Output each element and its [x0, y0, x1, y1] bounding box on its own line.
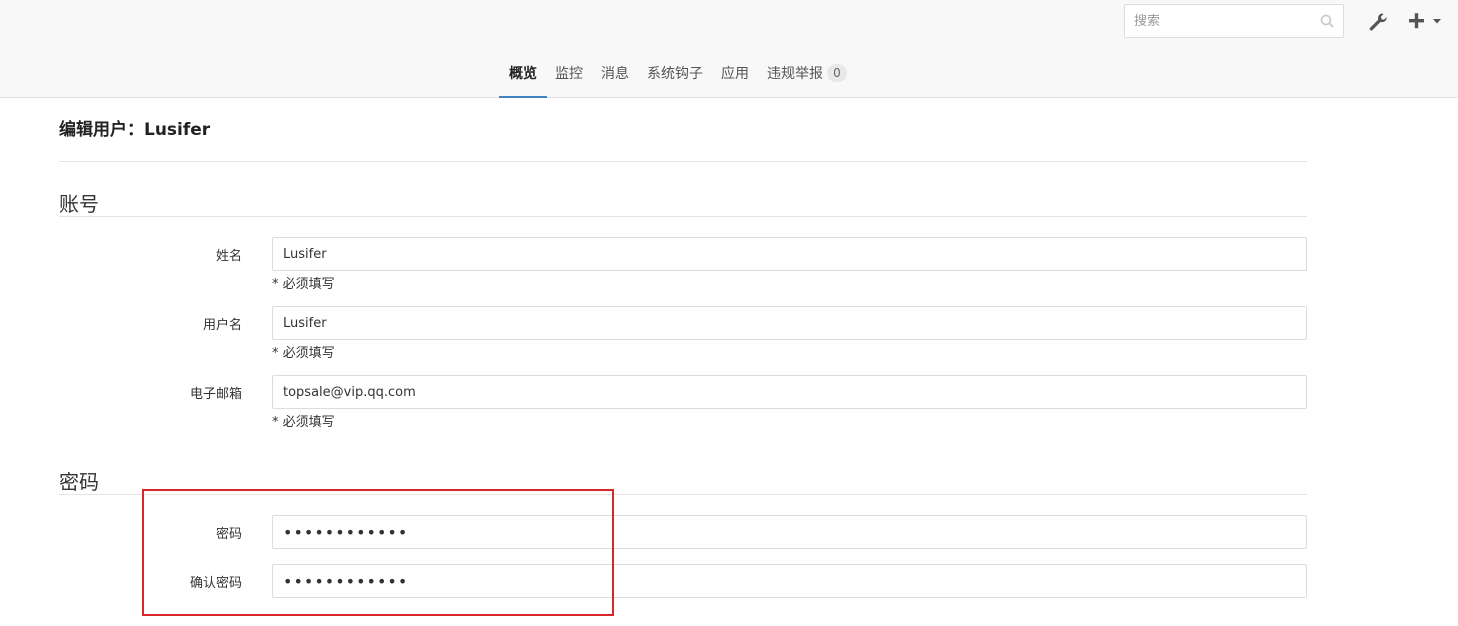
tab-system-hooks[interactable]: 系统钩子: [642, 48, 708, 97]
name-field[interactable]: [273, 238, 1306, 270]
search-input[interactable]: [1125, 5, 1343, 37]
tab-abuse-reports[interactable]: 违规举报 0: [762, 48, 852, 97]
tab-messages[interactable]: 消息: [596, 48, 634, 97]
confirm-password-label: 确认密码: [189, 576, 242, 591]
password-section-title: 密码: [59, 470, 99, 494]
email-field-box: [272, 375, 1307, 409]
username-field[interactable]: [273, 307, 1306, 339]
page-title: 编辑用户：Lusifer: [59, 120, 211, 140]
email-required-hint: * 必须填写: [272, 415, 335, 430]
name-label: 姓名: [215, 249, 242, 264]
name-required-hint: * 必须填写: [272, 277, 335, 292]
tab-overview[interactable]: 概览: [499, 48, 547, 98]
name-field-box: [272, 237, 1307, 271]
username-required-hint: * 必须填写: [272, 346, 335, 361]
password-label: 密码: [215, 527, 242, 542]
username-label: 用户名: [202, 318, 242, 333]
confirm-password-field[interactable]: [273, 565, 1306, 597]
abuse-count-badge: 0: [827, 63, 847, 82]
email-field[interactable]: [273, 376, 1306, 408]
password-section-divider: [59, 494, 1307, 495]
search-box[interactable]: [1124, 4, 1344, 38]
wrench-icon[interactable]: [1368, 12, 1388, 32]
confirm-password-field-box: [272, 564, 1307, 598]
admin-tabs: 概览 监控 消息 系统钩子 应用 违规举报 0: [499, 48, 860, 98]
username-field-box: [272, 306, 1307, 340]
title-divider: [59, 161, 1307, 162]
tab-applications[interactable]: 应用: [716, 48, 754, 97]
email-label: 电子邮箱: [189, 387, 242, 402]
account-section-divider: [59, 216, 1307, 217]
search-icon[interactable]: [1320, 14, 1334, 28]
top-bar: 概览 监控 消息 系统钩子 应用 违规举报0: [0, 0, 1458, 98]
plus-dropdown-icon[interactable]: [1406, 10, 1444, 32]
account-section-title: 账号: [59, 192, 99, 216]
password-field-box: [272, 515, 1307, 549]
password-field[interactable]: [273, 516, 1306, 548]
tab-monitoring[interactable]: 监控: [550, 48, 588, 97]
